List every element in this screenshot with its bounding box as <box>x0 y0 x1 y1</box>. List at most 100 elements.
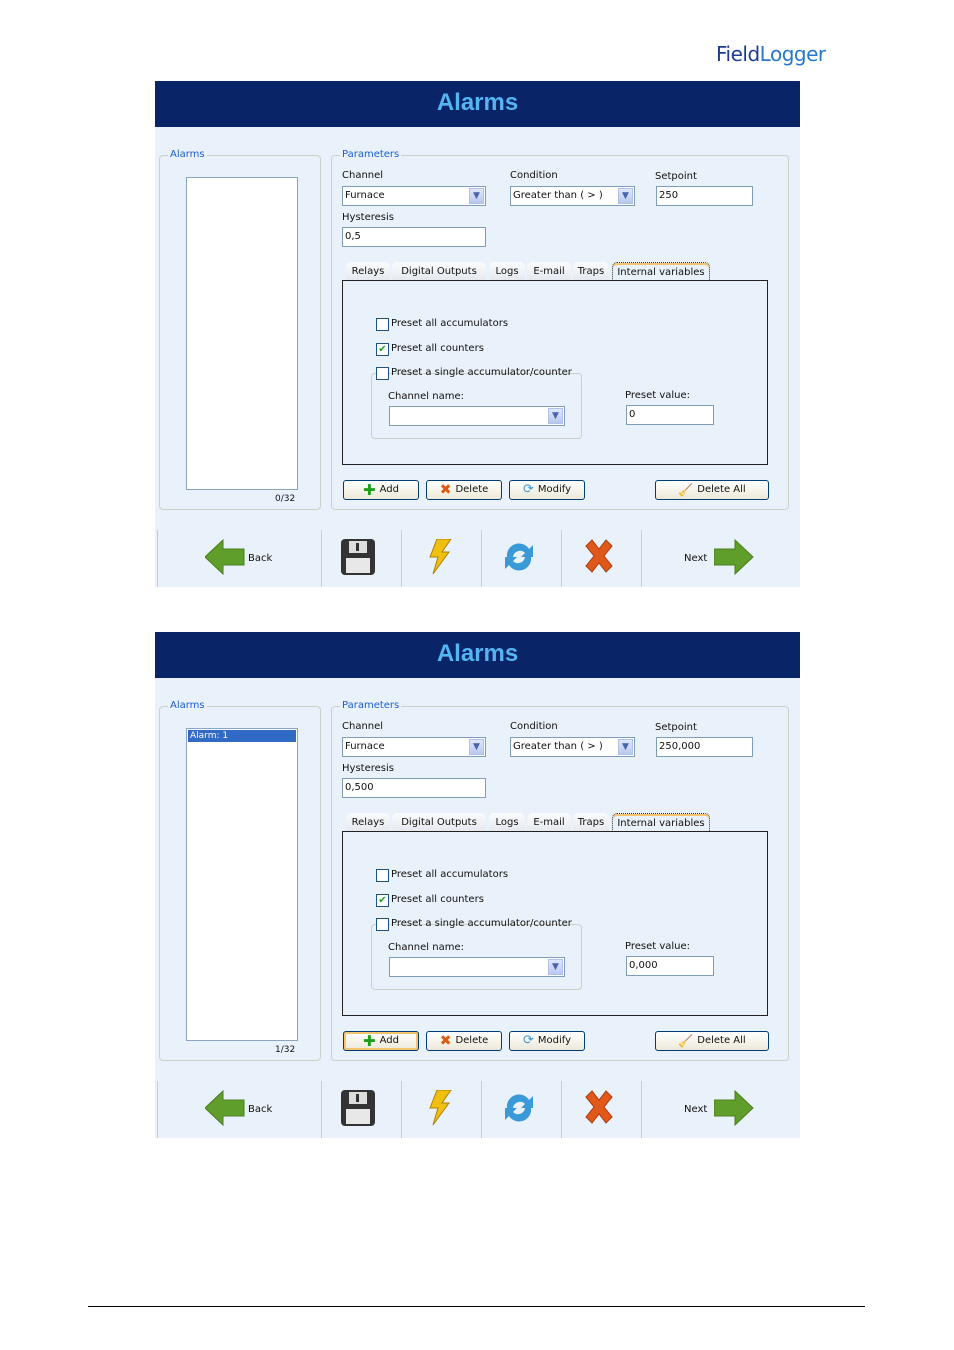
alarms-screen: Alarms Alarms Alarm: 1 1/32 Parameters C… <box>155 632 800 1138</box>
tab-digital-outputs[interactable]: Digital Outputs <box>392 813 486 832</box>
broom-icon: 🧹 <box>678 483 694 497</box>
toolbar-separator <box>561 1081 562 1138</box>
save-icon[interactable] <box>341 1090 375 1126</box>
add-button[interactable]: ✚ Add <box>343 480 419 500</box>
tab-e-mail[interactable]: E-mail <box>527 813 571 832</box>
broom-icon: 🧹 <box>678 1034 694 1048</box>
alarms-group: Alarms 0/32 <box>159 149 321 510</box>
alarm-counter: 1/32 <box>275 1045 296 1055</box>
alarm-counter: 0/32 <box>275 494 296 504</box>
checkbox-preset-single[interactable] <box>376 918 389 931</box>
tab-internal-variables[interactable]: Internal variables <box>612 262 710 281</box>
add-button[interactable]: ✚ Add <box>343 1031 419 1051</box>
delete-all-button[interactable]: 🧹 Delete All <box>655 1031 769 1051</box>
alarms-list[interactable] <box>186 177 298 490</box>
cancel-x-icon[interactable] <box>583 539 615 573</box>
footer-divider <box>88 1306 865 1307</box>
checkbox-preset-accumulators[interactable] <box>376 869 389 882</box>
hysteresis-input[interactable]: 0,500 <box>342 778 486 798</box>
alarms-list[interactable]: Alarm: 1 <box>186 728 298 1041</box>
channel-name-label: Channel name: <box>388 942 464 953</box>
delete-button[interactable]: ✖ Delete <box>426 1031 502 1051</box>
channel-name-select[interactable]: ▼ <box>389 957 565 977</box>
hysteresis-label: Hysteresis <box>342 763 394 774</box>
save-icon[interactable] <box>341 539 375 575</box>
modify-button[interactable]: ⟳ Modify <box>509 480 585 500</box>
cancel-x-icon[interactable] <box>583 1090 615 1124</box>
preset-value-input[interactable]: 0 <box>626 405 714 425</box>
tab-logs[interactable]: Logs <box>489 262 525 281</box>
condition-select[interactable]: Greater than ( > ) ▼ <box>510 737 635 757</box>
alarms-group: Alarms Alarm: 1 1/32 <box>159 700 321 1061</box>
setpoint-input[interactable]: 250 <box>656 186 753 206</box>
tab-logs[interactable]: Logs <box>489 813 525 832</box>
tab-traps[interactable]: Traps <box>573 262 609 281</box>
setpoint-label: Setpoint <box>655 722 697 733</box>
tab-e-mail[interactable]: E-mail <box>527 262 571 281</box>
chevron-down-icon[interactable]: ▼ <box>469 739 484 755</box>
checkbox-preset-single[interactable] <box>376 367 389 380</box>
back-arrow-icon <box>205 1090 245 1126</box>
fieldlogger-logo: FieldLogger <box>716 42 826 66</box>
tab-digital-outputs[interactable]: Digital Outputs <box>392 262 486 281</box>
checkbox-preset-counters[interactable]: ✔ <box>376 894 389 907</box>
back-button[interactable]: Back <box>205 1081 305 1138</box>
checkbox-label: Preset all accumulators <box>391 869 509 880</box>
chevron-down-icon[interactable]: ▼ <box>618 188 633 204</box>
next-button[interactable]: Next <box>680 1081 780 1138</box>
plus-icon: ✚ <box>363 1032 376 1050</box>
next-arrow-icon <box>714 1090 754 1126</box>
alarms-screen: Alarms Alarms 0/32 Parameters Channel Fu… <box>155 81 800 587</box>
back-button[interactable]: Back <box>205 530 305 587</box>
toolbar: Back Next <box>155 1081 800 1138</box>
checkbox-preset-accumulators[interactable] <box>376 318 389 331</box>
channel-select[interactable]: Furnace ▼ <box>342 186 486 206</box>
condition-label: Condition <box>510 721 558 732</box>
modify-button[interactable]: ⟳ Modify <box>509 1031 585 1051</box>
setpoint-input[interactable]: 250,000 <box>656 737 753 757</box>
tab-traps[interactable]: Traps <box>573 813 609 832</box>
back-arrow-icon <box>205 539 245 575</box>
toolbar-separator <box>641 1081 642 1138</box>
tab-bar: Relays Digital Outputs Logs E-mail Traps Inte… <box>346 262 746 281</box>
checkbox-label: Preset all accumulators <box>391 318 509 329</box>
preset-value-input[interactable]: 0,000 <box>626 956 714 976</box>
channel-label: Channel <box>342 170 384 181</box>
tab-relays[interactable]: Relays <box>346 262 390 281</box>
delete-button[interactable]: ✖ Delete <box>426 480 502 500</box>
chevron-down-icon[interactable]: ▼ <box>548 408 563 424</box>
chevron-down-icon[interactable]: ▼ <box>548 959 563 975</box>
toolbar-separator <box>321 1081 322 1138</box>
toolbar-separator <box>321 530 322 587</box>
page-title: Alarms <box>155 81 800 127</box>
delete-all-button[interactable]: 🧹 Delete All <box>655 480 769 500</box>
tab-bar: Relays Digital Outputs Logs E-mail Traps Inte… <box>346 813 746 832</box>
toolbar-separator <box>157 1081 158 1138</box>
alarm-list-item[interactable]: Alarm: 1 <box>188 730 296 742</box>
toolbar-separator <box>481 1081 482 1138</box>
chevron-down-icon[interactable]: ▼ <box>469 188 484 204</box>
checkbox-label: Preset a single accumulator/counter <box>391 367 572 378</box>
toolbar-separator <box>641 530 642 587</box>
delete-x-icon: ✖ <box>439 482 452 498</box>
preset-value-label: Preset value: <box>625 941 691 952</box>
toolbar: Back Next <box>155 530 800 587</box>
preset-value-label: Preset value: <box>625 390 691 401</box>
channel-name-select[interactable]: ▼ <box>389 406 565 426</box>
lightning-icon[interactable] <box>427 1090 453 1126</box>
channel-label: Channel <box>342 721 384 732</box>
setpoint-label: Setpoint <box>655 171 697 182</box>
hysteresis-input[interactable]: 0,5 <box>342 227 486 247</box>
channel-select[interactable]: Furnace ▼ <box>342 737 486 757</box>
tab-internal-variables[interactable]: Internal variables <box>612 813 710 832</box>
condition-select[interactable]: Greater than ( > ) ▼ <box>510 186 635 206</box>
tab-relays[interactable]: Relays <box>346 813 390 832</box>
checkbox-preset-counters[interactable]: ✔ <box>376 343 389 356</box>
lightning-icon[interactable] <box>427 539 453 575</box>
refresh-icon[interactable] <box>502 539 536 575</box>
checkbox-label: Preset a single accumulator/counter <box>391 918 572 929</box>
chevron-down-icon[interactable]: ▼ <box>618 739 633 755</box>
refresh-icon[interactable] <box>502 1090 536 1126</box>
refresh-icon: ⟳ <box>522 482 534 497</box>
next-button[interactable]: Next <box>680 530 780 587</box>
